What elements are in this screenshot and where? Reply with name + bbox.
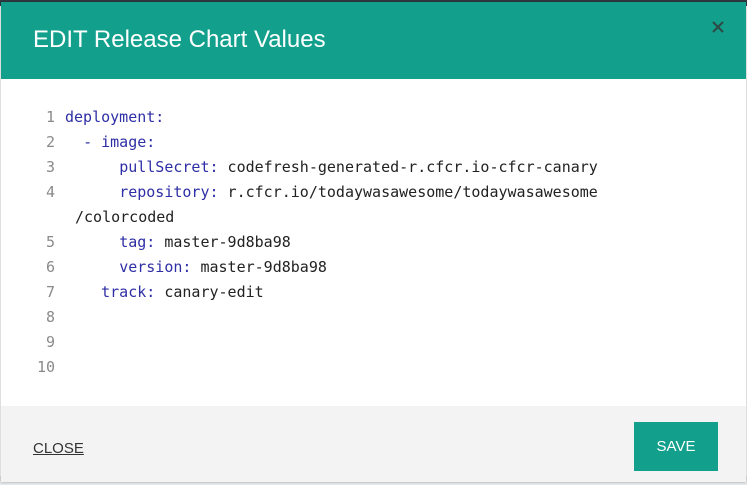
yaml-key: tag: bbox=[119, 233, 156, 251]
yaml-value: master-9d8ba98 bbox=[155, 233, 291, 251]
line-number: 3 bbox=[45, 158, 55, 176]
code-line[interactable]: 1 deployment: bbox=[1, 105, 164, 130]
yaml-value: master-9d8ba98 bbox=[191, 258, 327, 276]
line-number: 10 bbox=[36, 358, 55, 376]
code-line[interactable]: 10 bbox=[1, 355, 65, 380]
yaml-key: track: bbox=[101, 283, 156, 301]
code-line[interactable]: 3 pullSecret: codefresh-generated-r.cfcr… bbox=[1, 155, 598, 180]
yaml-value: canary-edit bbox=[155, 283, 264, 301]
line-number: 2 bbox=[45, 133, 55, 151]
line-number: 6 bbox=[45, 258, 55, 276]
yaml-key: version: bbox=[119, 258, 192, 276]
line-number: 8 bbox=[45, 308, 55, 326]
yaml-key: image: bbox=[101, 133, 156, 151]
yaml-value: r.cfcr.io/todaywasawesome/todaywasawesom… bbox=[218, 183, 598, 201]
yaml-key: repository: bbox=[119, 183, 219, 201]
yaml-key: pullSecret: bbox=[119, 158, 219, 176]
wrapped-continuation: /colorcoded bbox=[75, 208, 175, 226]
modal-title: EDIT Release Chart Values bbox=[33, 26, 326, 53]
line-number: 9 bbox=[45, 333, 55, 351]
line-number: 5 bbox=[45, 233, 55, 251]
line-number: 7 bbox=[45, 283, 55, 301]
close-button[interactable]: CLOSE bbox=[33, 440, 84, 457]
save-button[interactable]: SAVE bbox=[634, 422, 718, 471]
code-line[interactable]: 2 - image: bbox=[1, 130, 155, 155]
modal-header: EDIT Release Chart Values bbox=[1, 2, 746, 79]
code-line[interactable]: 8 bbox=[1, 305, 65, 330]
code-line[interactable]: 4 repository: r.cfcr.io/todaywasawesome/… bbox=[1, 180, 598, 205]
line-number: 1 bbox=[45, 108, 55, 126]
yaml-list-dash: - bbox=[83, 133, 102, 151]
yaml-code-editor[interactable]: 1 deployment: 2 - image: 3 pullSecret: code… bbox=[1, 79, 746, 406]
close-icon[interactable] bbox=[709, 18, 727, 36]
yaml-key: deployment: bbox=[65, 108, 165, 126]
code-line[interactable]: 9 bbox=[1, 330, 65, 355]
code-line[interactable]: 6 version: master-9d8ba98 bbox=[1, 255, 327, 280]
modal-footer: CLOSE SAVE bbox=[1, 406, 746, 482]
code-line[interactable]: 5 tag: master-9d8ba98 bbox=[1, 230, 291, 255]
line-number: 4 bbox=[45, 183, 55, 201]
edit-values-modal: EDIT Release Chart Values 1 deployment: 2 … bbox=[1, 2, 746, 482]
code-line[interactable]: 7 track: canary-edit bbox=[1, 280, 264, 305]
yaml-value: codefresh-generated-r.cfcr.io-cfcr-canar… bbox=[218, 158, 598, 176]
